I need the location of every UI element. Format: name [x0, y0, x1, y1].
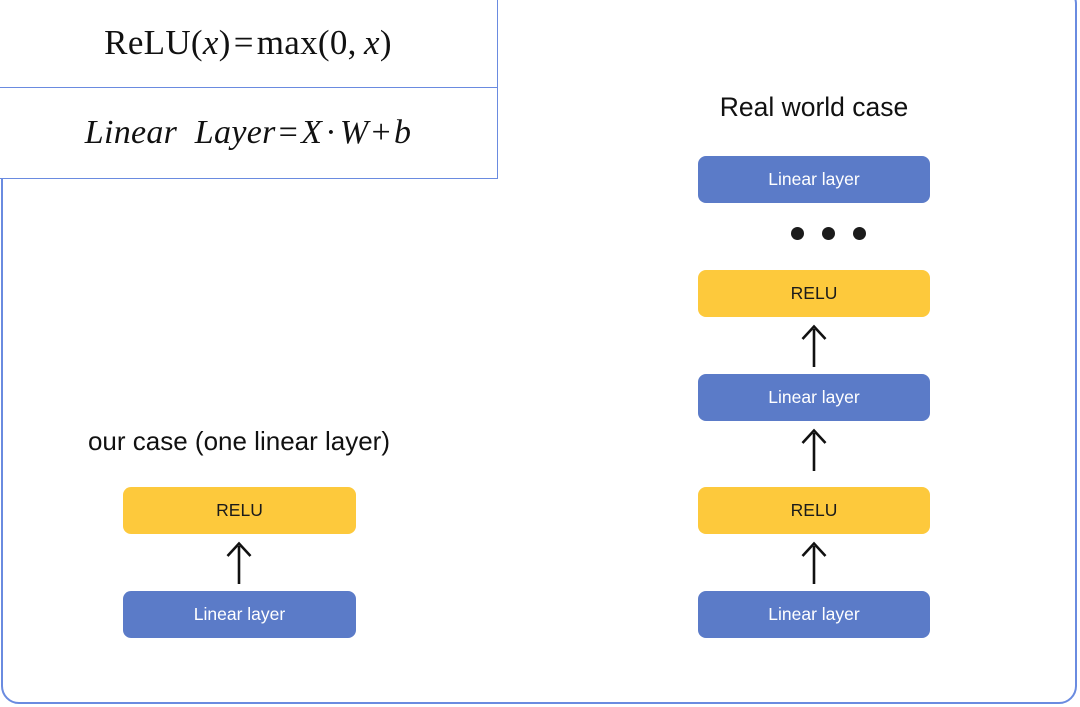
arrow-up-icon-right-middle: [797, 426, 831, 472]
node-linear-layer-bottom[interactable]: Linear layer: [698, 591, 930, 638]
formula-box-linear-layer: Linear Layer=X·W+b Linear Layer = X · W …: [0, 88, 498, 179]
arrow-up-icon-left: [222, 539, 256, 585]
node-relu-upper[interactable]: RELU: [698, 270, 930, 317]
arrow-up-icon-right-lower: [797, 539, 831, 585]
formula-group: ReLU(x)=max(0, x) ReLU(x) = max(0, x) Li…: [0, 0, 498, 179]
node-linear-layer-left[interactable]: Linear layer: [123, 591, 356, 638]
ellipsis-dot-2: [822, 227, 835, 240]
right-column-heading-line1: Real world case: [719, 91, 909, 122]
diagram-canvas: ReLU(x)=max(0, x) ReLU(x) = max(0, x) Li…: [0, 0, 1080, 707]
node-relu-left[interactable]: RELU: [123, 487, 356, 534]
node-linear-layer-top[interactable]: Linear layer: [698, 156, 930, 203]
node-linear-layer-middle[interactable]: Linear layer: [698, 374, 930, 421]
node-relu-lower[interactable]: RELU: [698, 487, 930, 534]
formula-relu-text: ReLU(x)=max(0, x): [104, 23, 392, 62]
formula-linear-layer-text: Linear Layer=X·W+b: [84, 114, 412, 151]
ellipsis-dot-3: [853, 227, 866, 240]
ellipsis-dots: [791, 227, 866, 240]
arrow-up-icon-right-upper: [797, 322, 831, 368]
ellipsis-dot-1: [791, 227, 804, 240]
left-column-heading: our case (one linear layer): [87, 426, 391, 456]
formula-box-relu: ReLU(x)=max(0, x) ReLU(x) = max(0, x): [0, 0, 498, 88]
